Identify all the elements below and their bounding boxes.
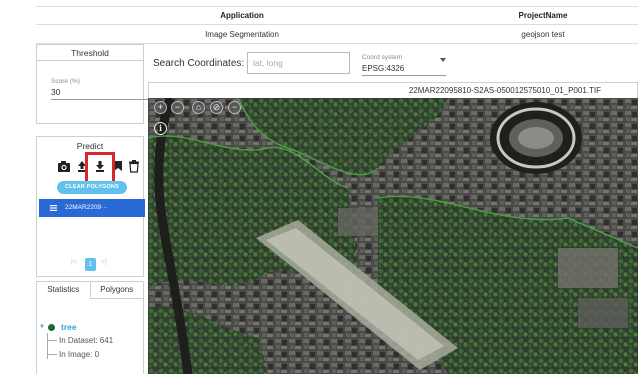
class-name[interactable]: tree bbox=[61, 322, 77, 332]
last-page-button[interactable]: >| bbox=[101, 259, 107, 266]
home-icon[interactable]: ⌂ bbox=[192, 101, 205, 114]
threshold-panel: Threshold Score (%) 30 bbox=[36, 44, 165, 124]
coord-system-label: Coord system bbox=[362, 54, 403, 61]
application-header: Application bbox=[220, 11, 264, 20]
tree-branch bbox=[47, 340, 57, 341]
zoom-in-button[interactable]: + bbox=[154, 101, 167, 114]
threshold-title: Threshold bbox=[37, 45, 143, 61]
search-coordinates-label: Search Coordinates: bbox=[153, 58, 245, 69]
file-item-label: 22MAR2209··· bbox=[65, 204, 108, 211]
info-data-row: Image Segmentation geojson test bbox=[36, 25, 638, 44]
coord-system-underline bbox=[362, 75, 446, 76]
tree-branch bbox=[47, 354, 57, 355]
map-viewer[interactable]: + − ⌂ ⊘ − i bbox=[148, 98, 638, 374]
app-root: Application ProjectName Image Segmentati… bbox=[0, 0, 638, 374]
info-icon[interactable]: i bbox=[154, 122, 167, 135]
application-value: Image Segmentation bbox=[205, 29, 279, 39]
camera-icon[interactable] bbox=[57, 159, 71, 173]
satellite-image bbox=[148, 98, 638, 374]
statistics-panel: Statistics Polygons ▼ tree In Dataset: 6… bbox=[36, 281, 144, 374]
chevron-down-icon[interactable] bbox=[440, 58, 446, 62]
pagination: |< 1 >| bbox=[37, 258, 145, 272]
tab-statistics[interactable]: Statistics bbox=[37, 282, 91, 299]
clear-polygons-button[interactable]: CLEAR POLYGONS bbox=[57, 181, 127, 194]
project-name-value: geojson test bbox=[521, 29, 565, 39]
in-image-count: In Image: 0 bbox=[59, 350, 100, 359]
expand-caret-icon[interactable]: ▼ bbox=[39, 324, 45, 330]
in-dataset-count: In Dataset: 641 bbox=[59, 336, 114, 345]
image-filename: 22MAR22095810-S2AS-050012575010_01_P001.… bbox=[148, 82, 638, 98]
list-icon bbox=[50, 205, 57, 211]
predict-panel: Predict CLEAR POLYGONS 22MAR2209··· |< 1… bbox=[36, 136, 145, 277]
tree-connector bbox=[47, 333, 59, 359]
file-list-item[interactable]: 22MAR2209··· bbox=[39, 199, 145, 217]
collapse-icon[interactable]: − bbox=[228, 101, 241, 114]
score-label: Score (%) bbox=[51, 78, 80, 85]
project-name-header: ProjectName bbox=[518, 11, 568, 20]
search-coordinates-input[interactable]: lat, long bbox=[247, 52, 350, 74]
info-table: Application ProjectName Image Segmentati… bbox=[36, 6, 638, 44]
coord-system-select[interactable]: EPSG:4326 bbox=[362, 64, 404, 73]
trash-icon[interactable] bbox=[127, 159, 141, 173]
page-number-button[interactable]: 1 bbox=[85, 258, 96, 271]
info-header-row: Application ProjectName bbox=[36, 7, 638, 25]
predict-toolbar bbox=[37, 152, 145, 187]
tab-polygons[interactable]: Polygons bbox=[90, 282, 143, 299]
first-page-button[interactable]: |< bbox=[71, 259, 77, 266]
zoom-out-button[interactable]: − bbox=[171, 101, 184, 114]
fullscreen-icon[interactable]: ⊘ bbox=[210, 101, 223, 114]
class-color-dot bbox=[48, 324, 55, 331]
stats-tabs: Statistics Polygons bbox=[37, 282, 143, 299]
